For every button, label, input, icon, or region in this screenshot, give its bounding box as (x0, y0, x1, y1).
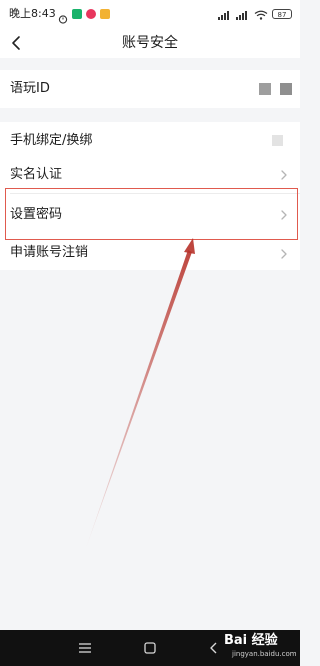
phone-binding-label: 手机绑定/换绑 (10, 133, 93, 148)
real-name-label: 实名认证 (10, 167, 63, 182)
real-name-row[interactable]: 实名认证 (0, 156, 300, 194)
set-password-row[interactable]: 设置密码 (0, 194, 300, 238)
app-notification-icon (100, 9, 110, 19)
wifi-icon (254, 5, 268, 24)
masked-value (272, 135, 283, 146)
chevron-right-icon (281, 249, 287, 259)
masked-value (280, 83, 292, 95)
back-nav-button[interactable] (205, 639, 223, 657)
menu-nav-button[interactable] (76, 639, 94, 657)
status-bar: 晚上8:43 87 (0, 0, 300, 28)
signal-icon (218, 5, 232, 24)
cancel-account-label: 申请账号注销 (10, 245, 89, 260)
phone-binding-row[interactable]: 手机绑定/换绑 (0, 122, 300, 160)
baidu-jingyan-logo: Bai 经验 (224, 633, 278, 648)
home-nav-button[interactable] (141, 639, 159, 657)
masked-value (259, 83, 271, 95)
back-triangle-icon (210, 642, 217, 654)
chevron-right-icon (281, 170, 287, 180)
alarm-icon (58, 9, 68, 24)
menu-icon (79, 643, 91, 653)
home-icon (144, 642, 156, 654)
account-id-label: 语玩ID (10, 81, 50, 96)
status-time: 晚上8:43 (9, 7, 56, 20)
account-id-row[interactable]: 语玩ID (0, 70, 300, 108)
set-password-label: 设置密码 (10, 207, 63, 222)
cancel-account-row[interactable]: 申请账号注销 (0, 238, 300, 270)
status-indicators: 87 (218, 8, 292, 20)
signal-icon (236, 5, 250, 24)
header: 账号安全 (0, 28, 300, 58)
chevron-right-icon (281, 210, 287, 220)
watermark-url: jingyan.baidu.com (232, 650, 297, 658)
app-notification-icon (72, 9, 82, 19)
app-notification-icon (86, 9, 96, 19)
page-title: 账号安全 (122, 35, 178, 51)
battery-icon: 87 (272, 9, 292, 19)
